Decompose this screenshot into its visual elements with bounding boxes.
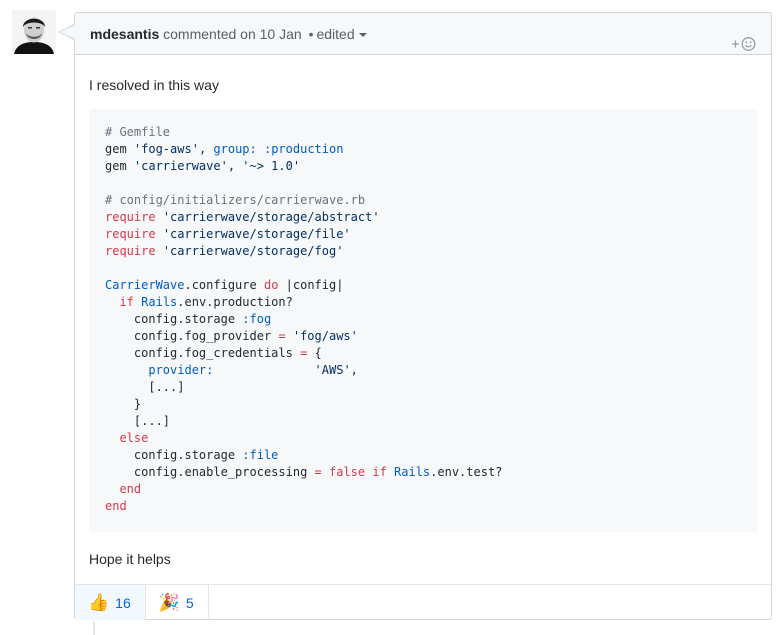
reaction-thumbs-up[interactable]: 👍 16 <box>75 585 146 620</box>
party-popper-icon: 🎉 <box>158 593 180 612</box>
avatar-image <box>12 10 56 54</box>
reaction-count: 16 <box>115 594 131 611</box>
edited-dropdown[interactable]: edited <box>316 26 367 42</box>
separator-dot: • <box>308 26 314 42</box>
avatar[interactable] <box>12 10 56 54</box>
comment-text-outro: Hope it helps <box>89 551 171 567</box>
code-content: # Gemfile gem 'fog-aws', group: :product… <box>105 125 503 513</box>
thumbs-up-icon: 👍 <box>88 593 110 612</box>
comment-header: mdesantis commented on 10 Jan • edited <box>75 13 771 55</box>
add-reaction-button[interactable] <box>731 26 757 51</box>
reaction-hooray[interactable]: 🎉 5 <box>146 585 209 620</box>
edited-label: edited <box>316 26 355 42</box>
comment-text-intro: I resolved in this way <box>89 77 219 93</box>
timeline-line <box>93 622 95 635</box>
author-link[interactable]: mdesantis <box>90 26 159 42</box>
caret-down-icon <box>358 33 367 38</box>
comment-arrow-inner <box>60 25 75 39</box>
add-reaction-icon <box>732 37 756 51</box>
comment: mdesantis commented on 10 Jan • edited I … <box>74 12 772 620</box>
comment-action: commented on 10 Jan <box>163 26 302 42</box>
code-block: # Gemfile gem 'fog-aws', group: :product… <box>89 109 758 532</box>
reactions-bar: 👍 16 🎉 5 <box>75 584 771 620</box>
reaction-count: 5 <box>185 594 194 611</box>
